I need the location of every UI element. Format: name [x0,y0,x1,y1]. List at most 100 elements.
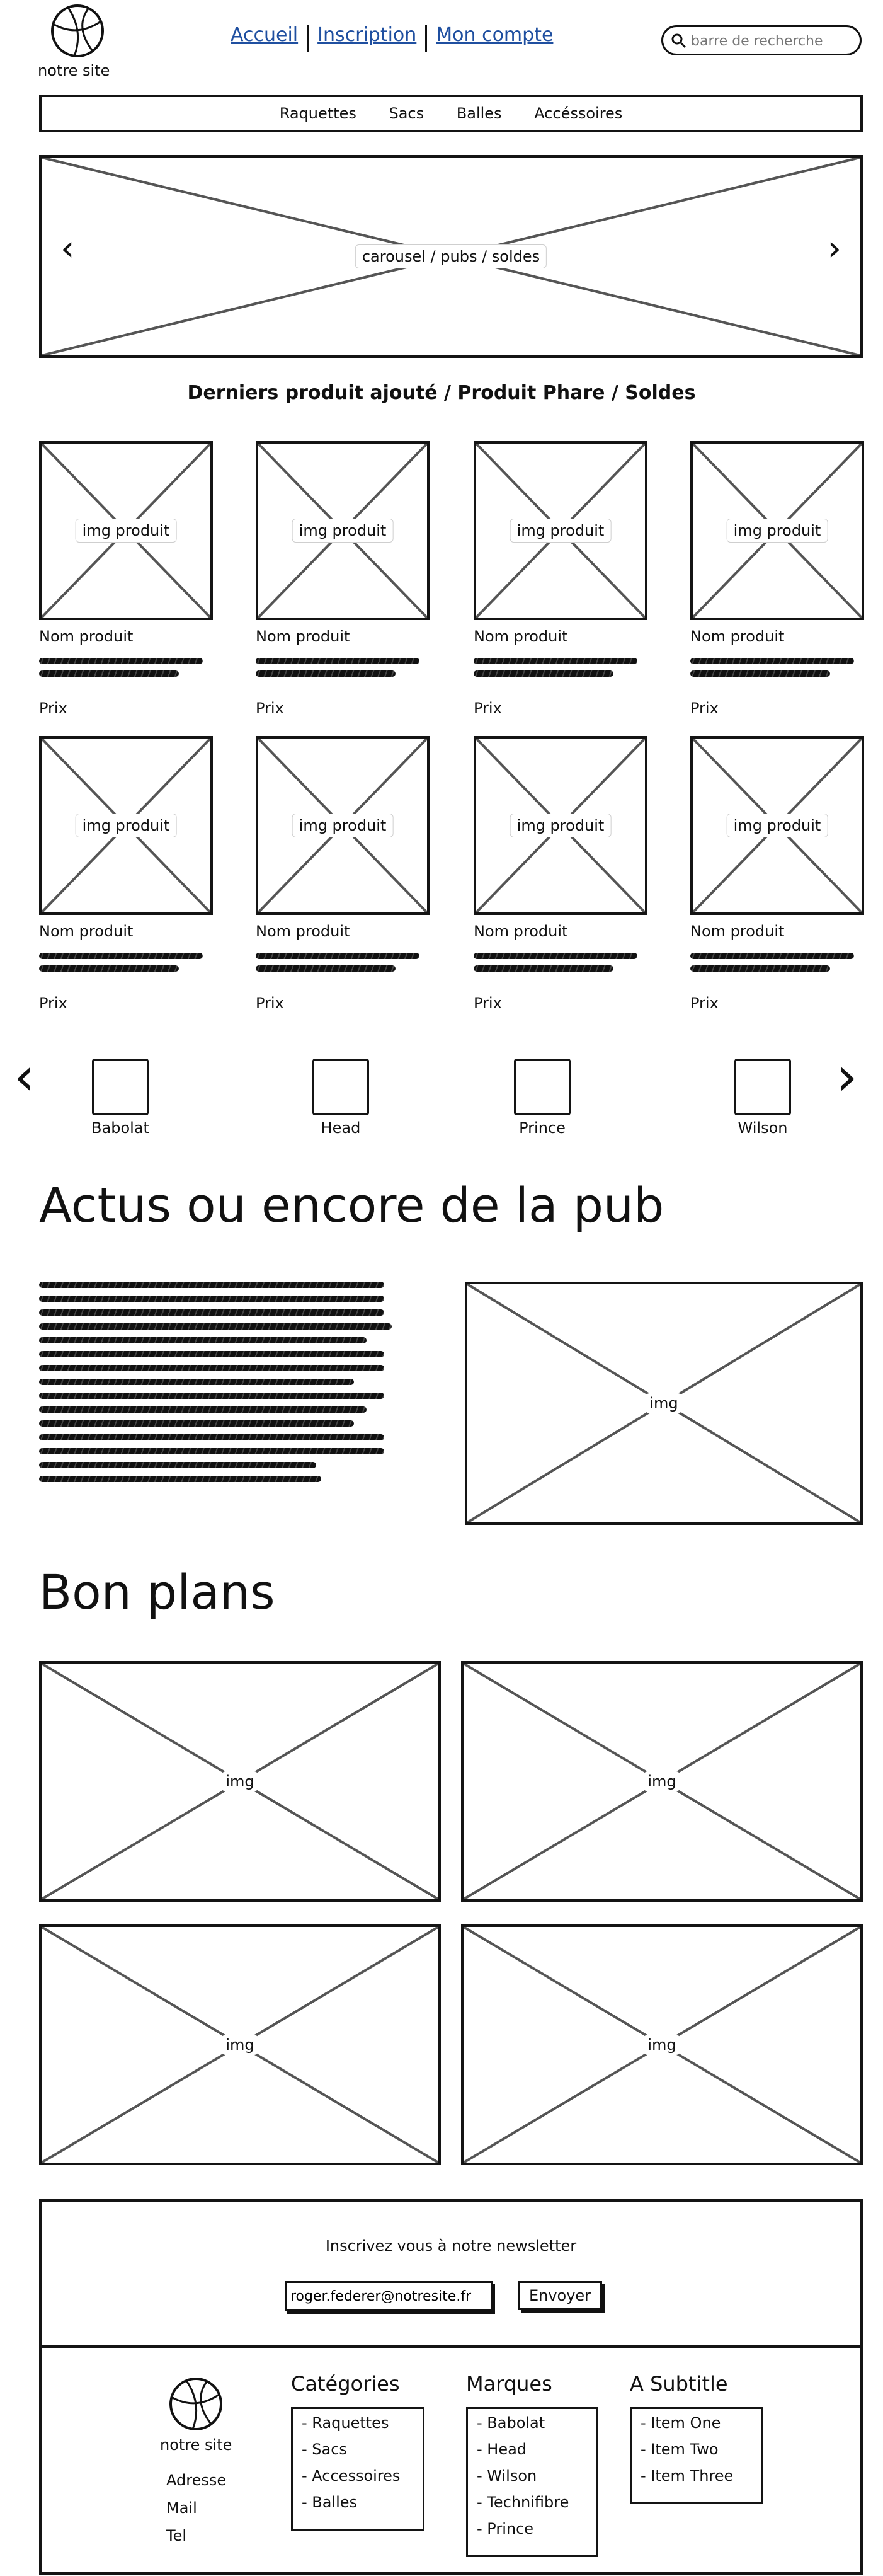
logo-text: notre site [38,62,110,79]
brand-logo [734,1059,791,1115]
product-image-label: img produit [510,814,612,837]
product-card[interactable]: img produit Nom produit Prix [474,441,647,717]
product-image-label: img produit [726,519,828,543]
product-card[interactable]: img produit Nom produit Prix [256,736,430,1012]
menu-item-raquettes[interactable]: Raquettes [280,105,356,122]
footer-link[interactable]: - Item One [641,2414,721,2432]
product-image-label: img produit [75,519,177,543]
product-description [690,953,864,972]
footer-link[interactable]: - Babolat [477,2414,545,2432]
brand-item[interactable]: Prince [501,1059,583,1141]
footer-link[interactable]: - Item Two [641,2441,719,2458]
newsletter-submit-button[interactable]: Envoyer [518,2281,602,2310]
product-image[interactable]: img produit [39,736,213,915]
footer-link[interactable]: - Prince [477,2520,533,2538]
footer-link[interactable]: - Sacs [302,2441,347,2458]
footer-divider [42,2345,860,2348]
footer-link[interactable]: - Technifibre [477,2493,569,2511]
nav-link-inscription[interactable]: Inscription [317,24,416,46]
carousel[interactable]: carousel / pubs / soldes ‹ › [39,155,863,358]
footer-link[interactable]: - Head [477,2441,527,2458]
product-name[interactable]: Nom produit [690,628,784,645]
news-body-text [39,1282,392,1482]
deal-image[interactable]: img [39,1661,441,1902]
site-logo[interactable]: notre site [38,3,113,79]
footer-link[interactable]: - Accessoires [302,2467,400,2485]
brand-name: Wilson [738,1119,788,1137]
menu-item-sacs[interactable]: Sacs [389,105,424,122]
brand-item[interactable]: Head [300,1059,382,1141]
basketball-logo-icon [51,4,104,57]
footer-contact-address: Adresse [166,2471,227,2489]
nav-link-accueil[interactable]: Accueil [231,24,298,46]
product-description [474,953,647,972]
products-heading: Derniers produit ajouté / Produit Phare … [187,382,696,404]
brands-prev-arrow-icon[interactable]: ‹ [14,1050,35,1103]
footer: Inscrivez vous à notre newsletter Envoye… [39,2199,863,2575]
product-card[interactable]: img produit Nom produit Prix [39,441,213,717]
product-name[interactable]: Nom produit [690,923,784,940]
product-image-label: img produit [726,814,828,837]
product-price: Prix [474,699,502,717]
deal-image[interactable]: img [39,1924,441,2165]
menu-item-balles[interactable]: Balles [457,105,502,122]
carousel-prev-arrow-icon[interactable]: ‹ [60,228,74,269]
product-name[interactable]: Nom produit [256,628,350,645]
brand-item[interactable]: Wilson [722,1059,804,1141]
product-card[interactable]: img produit Nom produit Prix [690,441,864,717]
menu-item-accessoires[interactable]: Accéssoires [534,105,622,122]
footer-link[interactable]: - Balles [302,2493,357,2511]
product-name[interactable]: Nom produit [256,923,350,940]
product-name[interactable]: Nom produit [39,923,133,940]
main-menu: Raquettes Sacs Balles Accéssoires [39,95,863,132]
news-image: img [465,1282,863,1525]
product-image[interactable]: img produit [256,736,430,915]
newsletter-email-input[interactable] [285,2281,493,2311]
product-name[interactable]: Nom produit [474,923,567,940]
deal-image-label: img [644,2035,680,2055]
footer-link[interactable]: - Wilson [477,2467,537,2485]
product-image[interactable]: img produit [256,441,430,620]
brand-item[interactable]: Babolat [79,1059,161,1141]
news-image-label: img [646,1393,682,1413]
footer-logo-text: notre site [160,2436,232,2454]
news-title: Actus ou encore de la pub [39,1177,664,1233]
product-image[interactable]: img produit [690,736,864,915]
product-price: Prix [39,994,67,1012]
footer-column-list: - Item One - Item Two - Item Three [630,2407,763,2504]
nav-separator [307,24,309,52]
nav-separator [425,24,428,52]
product-name[interactable]: Nom produit [474,628,567,645]
product-name[interactable]: Nom produit [39,628,133,645]
product-price: Prix [690,699,719,717]
carousel-next-arrow-icon[interactable]: › [828,228,841,269]
brand-name: Head [321,1119,361,1137]
search-bar[interactable] [661,25,862,55]
deal-image[interactable]: img [461,1661,863,1902]
footer-link[interactable]: - Item Three [641,2467,733,2485]
product-price: Prix [474,994,502,1012]
deal-image-label: img [222,2035,258,2055]
newsletter-text: Inscrivez vous à notre newsletter [325,2237,577,2255]
product-card[interactable]: img produit Nom produit Prix [690,736,864,1012]
product-price: Prix [256,699,284,717]
deal-image[interactable]: img [461,1924,863,2165]
news-text [39,1282,392,1490]
footer-contact-mail: Mail [166,2499,197,2517]
product-card[interactable]: img produit Nom produit Prix [474,736,647,1012]
product-description [256,953,430,972]
footer-link[interactable]: - Raquettes [302,2414,389,2432]
product-image[interactable]: img produit [39,441,213,620]
nav-link-mon-compte[interactable]: Mon compte [436,24,553,46]
brands-next-arrow-icon[interactable]: › [836,1050,858,1103]
product-image[interactable]: img produit [690,441,864,620]
search-input[interactable] [690,30,856,52]
product-image[interactable]: img produit [474,736,647,915]
product-image[interactable]: img produit [474,441,647,620]
product-image-label: img produit [292,814,394,837]
product-card[interactable]: img produit Nom produit Prix [39,736,213,1012]
deals-title: Bon plans [39,1564,275,1620]
product-description [474,658,647,677]
product-card[interactable]: img produit Nom produit Prix [256,441,430,717]
product-price: Prix [256,994,284,1012]
